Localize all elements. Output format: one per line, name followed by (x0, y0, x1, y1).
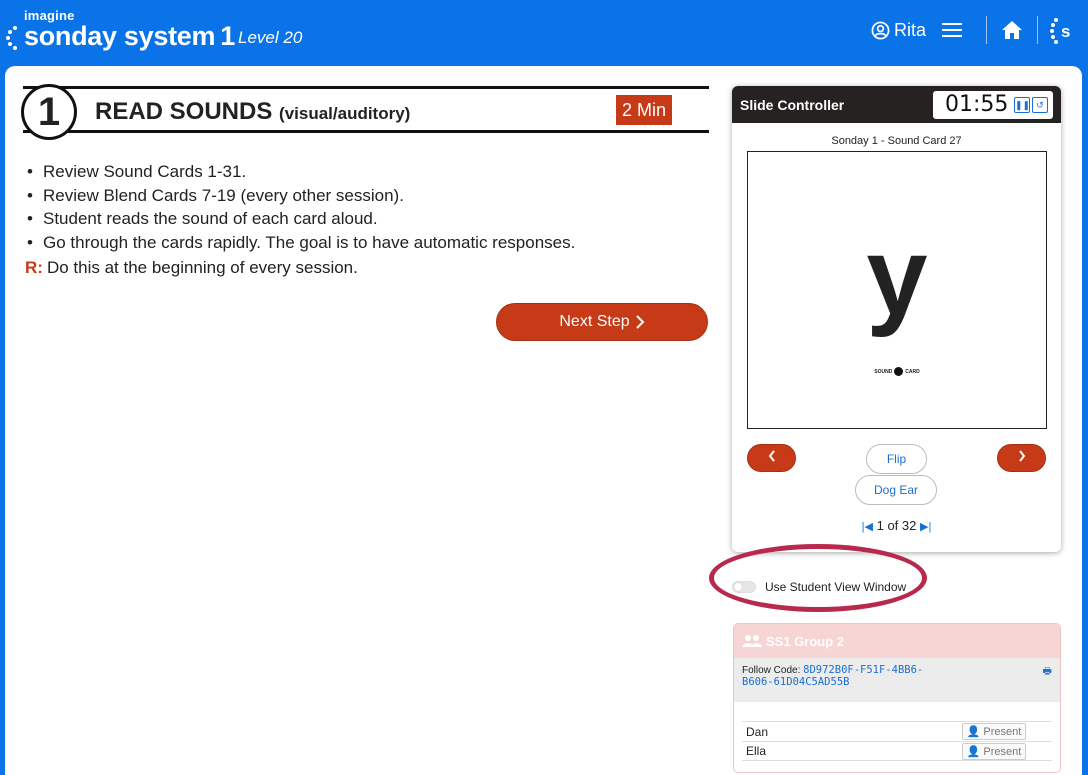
slide-controller-title: Slide Controller (740, 97, 845, 113)
student-roster: Dan 👤 Present Ella 👤 Present (742, 721, 1052, 761)
card-letter: y (866, 215, 928, 338)
hamburger-menu-icon[interactable] (942, 19, 962, 41)
chevron-left-icon (768, 450, 775, 462)
slide-card: y SOUND CARD (747, 151, 1047, 429)
group-header: SS1 Group 2 (734, 624, 1060, 658)
home-icon[interactable] (1001, 20, 1023, 40)
reset-icon[interactable]: ↺ (1032, 97, 1048, 113)
list-item: Go through the cards rapidly. The goal i… (25, 231, 575, 255)
svg-text:s: s (1061, 22, 1070, 41)
student-view-toggle-row: Use Student View Window (732, 577, 906, 597)
step-duration-badge: 2 Min (616, 95, 673, 125)
user-icon (871, 21, 890, 39)
next-slide-button[interactable] (997, 444, 1046, 472)
pause-icon[interactable]: ❚❚ (1014, 97, 1030, 113)
sonday-logo-icon (6, 26, 17, 50)
level-label: Level 20 (238, 28, 303, 47)
step-header: 1 READ SOUNDS (visual/auditory) 2 Min (21, 84, 709, 140)
step-number: 1 (21, 84, 77, 140)
card-tag: SOUND CARD (874, 367, 920, 376)
header-divider (1037, 16, 1038, 44)
table-row: Dan 👤 Present (742, 721, 1052, 741)
next-step-button[interactable]: Next Step (496, 303, 708, 341)
user-name: Rita (893, 19, 926, 40)
instruction-list: Review Sound Cards 1-31. Review Blend Ca… (25, 160, 575, 254)
slide-controller-header: Slide Controller 01:55 ❚❚ ↺ (732, 86, 1061, 123)
group-panel: SS1 Group 2 Follow Code: 8D972B0F-F51F-4… (733, 623, 1061, 773)
previous-slide-button[interactable] (747, 444, 796, 472)
group-users-icon (742, 635, 762, 647)
flip-button[interactable]: Flip (866, 444, 927, 474)
step-title: READ SOUNDS (visual/auditory) (95, 98, 411, 125)
attendance-status-button[interactable]: 👤 Present (962, 743, 1026, 760)
remark-label: R: (25, 258, 43, 277)
student-name: Dan (746, 724, 769, 739)
student-name: Ella (746, 744, 767, 758)
brand-main-text: sonday system 1 (24, 21, 235, 51)
student-view-label: Use Student View Window (765, 580, 907, 594)
table-row: Ella 👤 Present (742, 741, 1052, 761)
chevron-right-icon (1018, 450, 1025, 462)
student-view-toggle[interactable] (732, 581, 756, 593)
card-dot-icon (894, 367, 904, 376)
timer: 01:55 ❚❚ ↺ (933, 91, 1053, 119)
top-bar: imagine sonday system 1 Level 20 Rita s (0, 0, 1088, 66)
user-check-icon: 👤 (966, 746, 981, 758)
user-menu[interactable]: Rita (871, 20, 926, 41)
print-icon[interactable]: 🖶 (1043, 664, 1052, 681)
group-name: SS1 Group 2 (766, 633, 845, 649)
slide-controller: Slide Controller 01:55 ❚❚ ↺ Sonday 1 - S… (732, 86, 1061, 552)
slide-caption: Sonday 1 - Sound Card 27 (831, 135, 962, 147)
header-actions: Rita s (871, 14, 1076, 46)
follow-code-label: Follow Code: (742, 665, 801, 676)
list-item: Review Blend Cards 7-19 (every other ses… (25, 184, 575, 208)
pager-text: 1 of 32 (876, 518, 917, 533)
list-item: Student reads the sound of each card alo… (25, 207, 575, 231)
remark-note: R: Do this at the beginning of every sess… (25, 258, 358, 278)
sonday-app-icon[interactable]: s (1050, 16, 1076, 44)
timer-value: 01:55 (945, 92, 1009, 117)
header-divider (986, 16, 987, 44)
user-check-icon: 👤 (966, 726, 981, 738)
dog-ear-button[interactable]: Dog Ear (855, 475, 937, 505)
list-item: Review Sound Cards 1-31. (25, 160, 575, 184)
first-slide-icon[interactable]: |◀ (862, 521, 873, 533)
chevron-right-icon (635, 315, 645, 329)
slide-pager: |◀ 1 of 32 ▶| (732, 518, 1061, 533)
follow-code-section: Follow Code: 8D972B0F-F51F-4BB6- B606-61D… (734, 658, 1060, 702)
remark-text: Do this at the beginning of every sessio… (46, 258, 358, 277)
main-panel: 1 READ SOUNDS (visual/auditory) 2 Min Re… (5, 66, 1082, 775)
last-slide-icon[interactable]: ▶| (920, 521, 931, 533)
attendance-status-button[interactable]: 👤 Present (962, 723, 1026, 740)
step-subtitle: (visual/auditory) (279, 104, 411, 123)
